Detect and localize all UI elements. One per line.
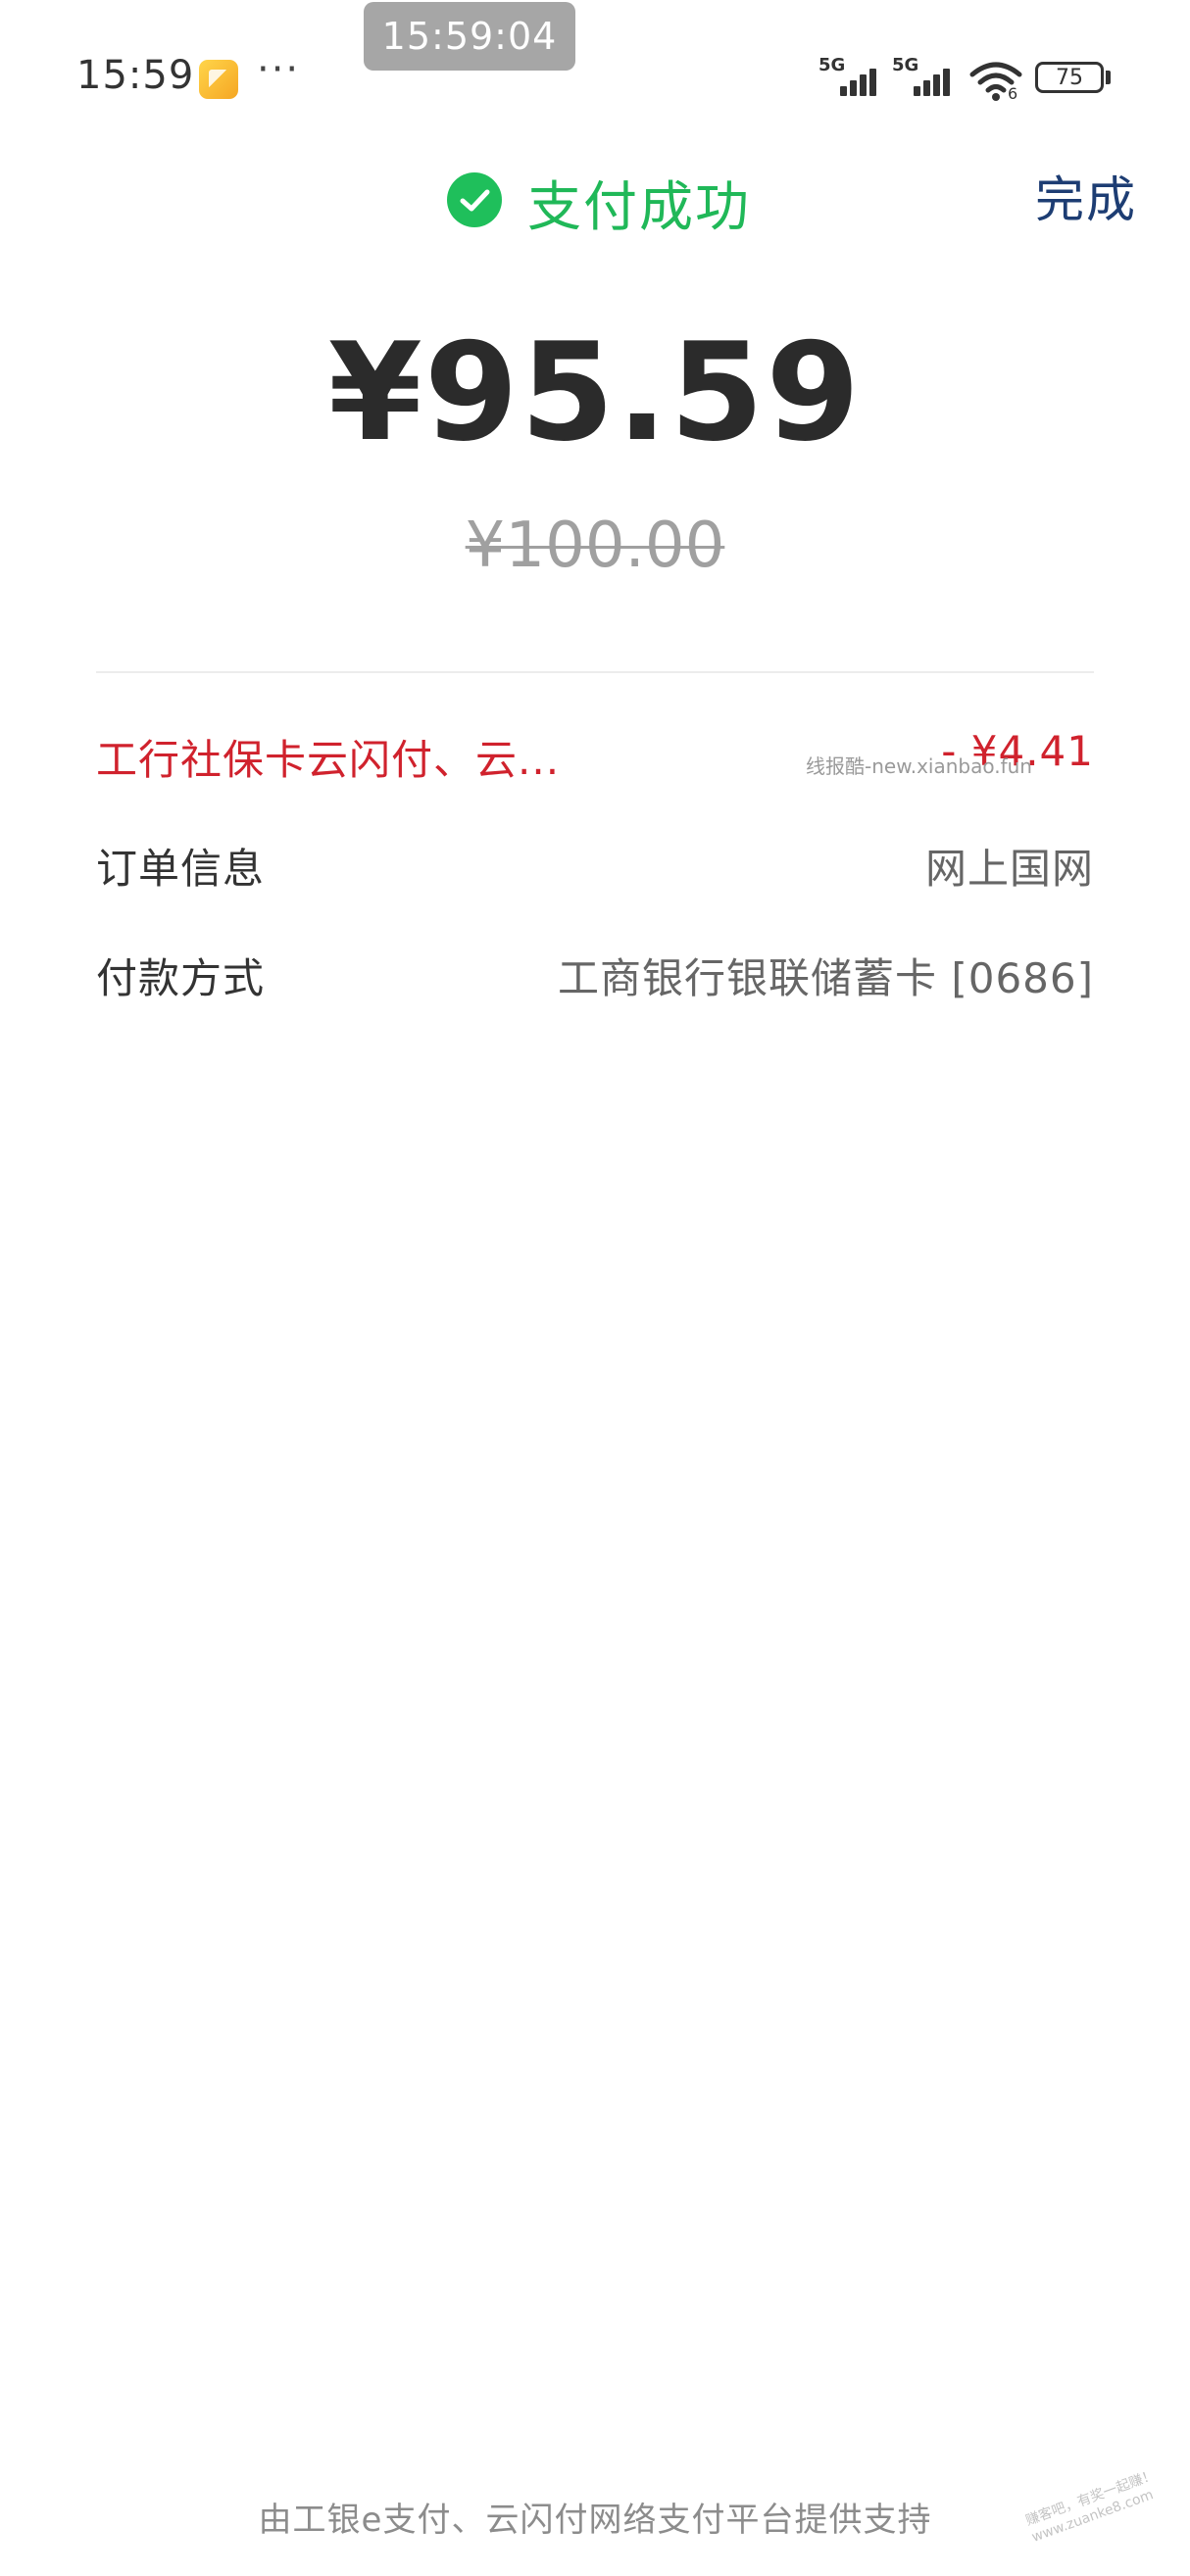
success-header: 支付成功 [0,157,1190,238]
footer-support-text: 由工银e支付、云闪付网络支付平台提供支持 [258,2501,932,2540]
signal-strength-icon-sim1: 5G [818,55,887,96]
payment-success-screen: 15:59 ··· 15:59:04 5G 5G 6 75 支付成功 完成 ¥9… [0,0,1190,2576]
check-circle-icon [447,172,502,227]
more-notifications-icon: ··· [257,47,301,92]
payment-method-row: 付款方式 工商银行银联储蓄卡 [0686] [96,946,1094,1014]
notes-app-icon [199,60,238,99]
screenshot-time-pill: 15:59:04 [364,2,575,71]
paid-amount: ¥95.59 [327,314,863,471]
discount-label: 工行社保卡云闪付、云... [96,736,561,784]
battery-level: 75 [1056,65,1083,90]
status-bar: 15:59 ··· 15:59:04 5G 5G 6 75 [0,0,1190,147]
battery-icon: 75 [1035,62,1104,93]
order-info-value: 网上国网 [924,845,1094,893]
original-amount: ¥100.00 [465,510,725,582]
signal-strength-icon-sim2: 5G [892,55,961,96]
wifi-standard-label: 6 [1008,84,1018,103]
network-type-label: 5G [818,55,846,75]
done-button[interactable]: 完成 [1035,161,1137,231]
payment-method-value: 工商银行银联储蓄卡 [0686] [557,954,1094,1002]
battery-tip [1106,71,1111,84]
page-title: 支付成功 [527,175,752,238]
payment-method-label: 付款方式 [96,954,266,1002]
order-info-row[interactable]: 订单信息 网上国网 [96,836,1094,904]
status-time: 15:59 [76,53,195,98]
divider [96,671,1094,673]
watermark-text: 线报酷-new.xianbao.fun [806,754,1032,778]
network-type-label: 5G [892,55,919,75]
order-info-label: 订单信息 [96,845,266,893]
